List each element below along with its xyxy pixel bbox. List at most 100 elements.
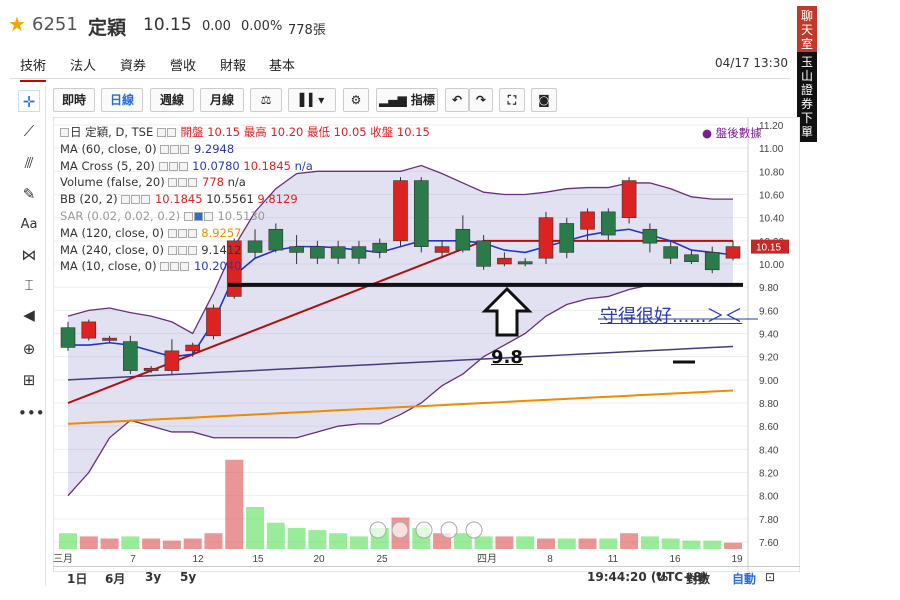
- legend-label: MA (120, close, 0): [60, 225, 164, 240]
- auto-toggle[interactable]: 自動: [732, 570, 756, 587]
- volume-bar: [204, 533, 223, 549]
- candle-body: [704, 252, 720, 271]
- undo-icon[interactable]: ↶: [445, 88, 469, 112]
- intraday-button[interactable]: 即時: [53, 88, 95, 112]
- range-5y[interactable]: 5y: [180, 570, 196, 584]
- x-tick-label: 三月: [53, 553, 73, 565]
- tab-divider: [10, 78, 790, 79]
- close-icon[interactable]: [187, 245, 197, 255]
- eye-icon[interactable]: [170, 144, 180, 154]
- tab-basic[interactable]: 基本: [269, 55, 295, 74]
- legend-row-ma120: MA (120, close, 0) 8.9257: [60, 225, 430, 242]
- trendline-icon[interactable]: ⟋: [18, 120, 40, 142]
- candle-body: [497, 257, 512, 265]
- order-button[interactable]: 玉山證券下單: [797, 52, 817, 142]
- back-arrow-icon[interactable]: ◀: [18, 304, 40, 326]
- camera-icon[interactable]: ◙: [531, 88, 557, 112]
- redo-icon[interactable]: ↷: [469, 88, 493, 112]
- legend-row-symbol: 日 定穎, D, TSE 開盤 10.15 最高 10.20 最低 10.05 …: [60, 124, 430, 141]
- settings-icon[interactable]: [158, 161, 168, 171]
- settings-icon[interactable]: [168, 178, 178, 188]
- settings-icon[interactable]: [156, 128, 166, 137]
- y-tick-label: 9.60: [759, 306, 779, 317]
- settings-gear-icon[interactable]: ⚙: [343, 88, 369, 112]
- eye-icon[interactable]: [177, 228, 187, 238]
- settings-icon[interactable]: [183, 211, 193, 221]
- volume-bar: [246, 507, 265, 549]
- volume-bar: [578, 538, 597, 549]
- tab-margin[interactable]: 資券: [120, 55, 146, 74]
- x-tick-label: 16: [669, 554, 681, 565]
- text-tool-icon[interactable]: Aa: [18, 214, 40, 236]
- settings-icon[interactable]: [167, 228, 177, 238]
- close-icon[interactable]: [180, 144, 190, 154]
- legend-row-ma60: MA (60, close, 0) 9.2948: [60, 141, 430, 158]
- legend-label: 日 定穎, D, TSE: [70, 125, 154, 139]
- legend-value: n/a: [227, 175, 246, 190]
- measure-icon[interactable]: ⌶: [18, 274, 40, 296]
- tab-institutional[interactable]: 法人: [70, 55, 96, 74]
- close-icon[interactable]: [187, 228, 197, 238]
- volume-bar: [287, 528, 306, 549]
- more-icon[interactable]: •••: [18, 402, 45, 424]
- scroll-right-icon[interactable]: ⊡: [765, 570, 775, 584]
- pattern-icon[interactable]: ⋈: [18, 244, 40, 266]
- eye-icon[interactable]: [131, 195, 141, 205]
- indicators-button[interactable]: ▂▄▆ 指標: [376, 88, 438, 112]
- range-bar: 1日 6月 3y 5y 19:44:20 (UTC+8) % 對數 自動 ⊡: [53, 566, 800, 586]
- log-toggle[interactable]: 對數: [686, 570, 710, 587]
- settings-icon[interactable]: [160, 262, 170, 272]
- percent-toggle[interactable]: %: [656, 570, 668, 584]
- x-tick-label: 20: [313, 554, 325, 565]
- ruler-icon[interactable]: ⊞: [18, 369, 40, 391]
- price-change: 0.00: [202, 19, 231, 34]
- settings-icon[interactable]: [167, 245, 177, 255]
- eye-icon[interactable]: [170, 262, 180, 272]
- legend-value: 10.1845: [154, 192, 203, 207]
- after-hours-link[interactable]: ● 盤後數據: [702, 125, 762, 141]
- legend-value: 10.5561: [206, 192, 254, 207]
- eye-icon[interactable]: [177, 245, 187, 255]
- zoom-control-icon: [369, 521, 387, 539]
- candle-body: [434, 246, 450, 253]
- close-icon[interactable]: [178, 161, 188, 171]
- y-tick-label: 10.60: [759, 191, 784, 202]
- eye-icon[interactable]: [166, 128, 176, 137]
- settings-icon[interactable]: [160, 144, 170, 154]
- close-icon[interactable]: [180, 262, 190, 272]
- weekly-button[interactable]: 週線: [150, 88, 194, 112]
- compare-scale-icon[interactable]: ⚖: [250, 88, 282, 112]
- annotation-text: 守得很好......＞＜: [600, 306, 743, 327]
- range-1d[interactable]: 1日: [67, 570, 87, 587]
- candle-type-icon[interactable]: ▌▍▾: [288, 88, 336, 112]
- monthly-button[interactable]: 月線: [200, 88, 244, 112]
- tab-revenue[interactable]: 營收: [170, 55, 196, 74]
- favorite-star-icon[interactable]: ★: [8, 12, 26, 36]
- range-6m[interactable]: 6月: [105, 570, 125, 587]
- volume-bar: [308, 530, 327, 549]
- close-icon[interactable]: [141, 195, 151, 205]
- collapse-icon[interactable]: [60, 128, 69, 137]
- candle-body: [164, 350, 180, 371]
- zoom-icon[interactable]: ⊕: [18, 338, 40, 360]
- fibonacci-icon[interactable]: ⫻: [18, 152, 40, 174]
- range-3y[interactable]: 3y: [145, 570, 161, 584]
- close-icon[interactable]: [188, 178, 198, 188]
- zoom-control-icon: [440, 521, 458, 539]
- y-tick-label: 7.60: [759, 538, 779, 549]
- eye-icon[interactable]: [168, 161, 178, 171]
- volume-bar: [349, 536, 368, 549]
- legend-label: Volume (false, 20): [60, 175, 165, 190]
- eye-icon[interactable]: [178, 178, 188, 188]
- eye-icon[interactable]: [193, 211, 203, 221]
- brush-icon[interactable]: ✎: [18, 183, 40, 205]
- crosshair-icon[interactable]: ✛: [18, 90, 40, 112]
- legend-value: 10.5130: [217, 208, 265, 223]
- settings-icon[interactable]: [121, 195, 131, 205]
- candle-body: [517, 261, 533, 265]
- tab-financials[interactable]: 財報: [220, 55, 246, 74]
- daily-button[interactable]: 日線: [101, 88, 143, 112]
- chat-room-button[interactable]: 聊天室: [797, 6, 817, 54]
- fullscreen-icon[interactable]: ⛶: [499, 88, 525, 112]
- close-icon[interactable]: [203, 211, 213, 221]
